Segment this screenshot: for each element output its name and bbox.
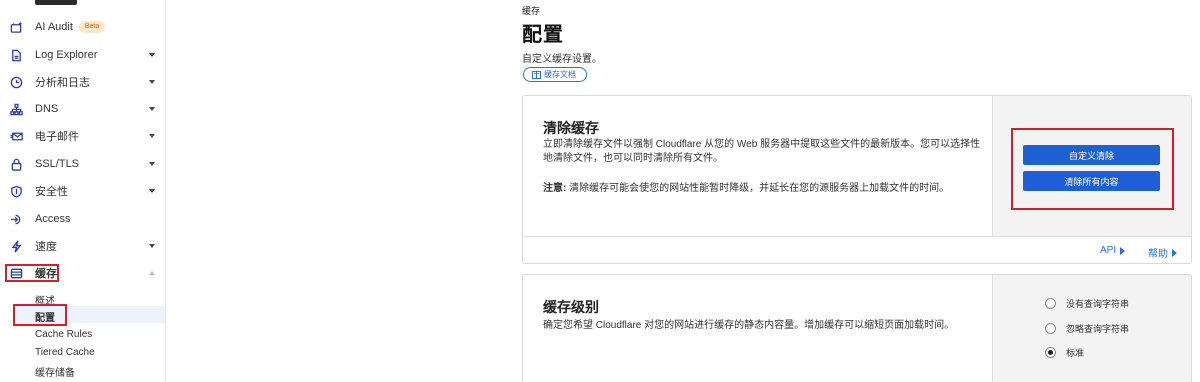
note-text: 清除缓存可能会使您的网站性能暂时降级，并延长在您的源服务器上加载文件的时间。 [569, 183, 950, 194]
log-icon [9, 48, 23, 62]
radio-button[interactable] [1045, 323, 1056, 334]
help-link[interactable]: 帮助 [1148, 245, 1177, 260]
page-subtitle: 自定义缓存设置。 [522, 54, 602, 65]
sidebar-subitem-cache-reserve[interactable]: 缓存储备 [35, 364, 75, 379]
sidebar-subitem-cache-rules[interactable]: Cache Rules [35, 329, 92, 340]
sidebar-item-email[interactable]: 电子邮件 [0, 125, 165, 147]
chevron-down-icon [149, 244, 155, 248]
chevron-down-icon [149, 107, 155, 111]
sidebar: AI Audit Beta Log Explorer 分析和日志 DNS 电子邮件 [0, 0, 166, 382]
ai-audit-icon [9, 20, 23, 34]
sidebar-item-label: 速度 [35, 241, 57, 253]
lightning-icon [9, 239, 23, 253]
sidebar-item-dns[interactable]: DNS [0, 98, 165, 120]
sidebar-item-label: 分析和日志 [35, 77, 90, 89]
chevron-up-icon [149, 271, 155, 275]
shield-icon [9, 184, 23, 198]
purge-card-title: 清除缓存 [543, 120, 599, 136]
highlight-box-cache [5, 264, 59, 282]
sidebar-item-label: 电子邮件 [35, 131, 79, 143]
radio-option-ignore-query-string[interactable]: 忽略查询字符串 [1045, 322, 1129, 335]
sidebar-item-access[interactable]: Access [0, 208, 165, 230]
radio-label: 标准 [1066, 348, 1085, 358]
purge-card-footer: API 帮助 [523, 236, 1191, 263]
sidebar-subitem-tiered-cache[interactable]: Tiered Cache [35, 347, 95, 358]
note-label: 注意: [543, 183, 567, 194]
radio-button-selected[interactable] [1045, 347, 1056, 358]
cache-docs-button[interactable]: 缓存文档 [523, 67, 587, 82]
access-icon [9, 212, 23, 226]
sidebar-item-label: Log Explorer [35, 49, 98, 61]
radio-option-standard[interactable]: 标准 [1045, 346, 1084, 359]
cache-level-title: 缓存级别 [543, 299, 599, 315]
breadcrumb[interactable]: 缓存 [522, 4, 540, 17]
chevron-down-icon [149, 162, 155, 166]
sidebar-item-ai-audit[interactable]: AI Audit Beta [0, 16, 165, 38]
chevron-down-icon [149, 134, 155, 138]
clipped-label [35, 0, 77, 5]
triangle-right-icon [1120, 246, 1126, 255]
cache-level-options-panel: 没有查询字符串 忽略查询字符串 标准 [992, 275, 1191, 382]
help-link-label: 帮助 [1148, 249, 1168, 260]
sidebar-item-security[interactable]: 安全性 [0, 180, 165, 202]
sidebar-item-label: AI Audit [35, 20, 73, 33]
purge-actions-panel: 自定义清除 清除所有内容 [992, 96, 1191, 236]
sidebar-item-speed[interactable]: 速度 [0, 235, 165, 257]
clock-icon [9, 75, 23, 89]
purge-card-note: 注意: 清除缓存可能会使您的网站性能暂时降级，并延长在您的源服务器上加载文件的时… [543, 182, 983, 196]
cache-level-card: 缓存级别 确定您希望 Cloudflare 对您的网站进行缓存的静态内容量。增加… [522, 274, 1192, 382]
highlight-box-purge-buttons [1011, 128, 1174, 210]
cache-level-description: 确定您希望 Cloudflare 对您的网站进行缓存的静态内容量。增加缓存可以缩… [543, 320, 955, 331]
radio-label: 忽略查询字符串 [1066, 324, 1130, 334]
chevron-down-icon [149, 189, 155, 193]
sidebar-item-log-explorer[interactable]: Log Explorer [0, 44, 165, 66]
api-link-label: API [1100, 245, 1117, 256]
sidebar-item-analytics[interactable]: 分析和日志 [0, 71, 165, 93]
sidebar-item-label: DNS [35, 103, 59, 115]
radio-label: 没有查询字符串 [1066, 299, 1130, 309]
chevron-down-icon [149, 80, 155, 84]
beta-badge: Beta [78, 21, 106, 34]
email-icon [9, 129, 23, 143]
docs-button-label: 缓存文档 [544, 70, 576, 79]
purge-card-description: 立即清除缓存文件以强制 Cloudflare 从您的 Web 服务器中提取这些文… [543, 139, 981, 164]
radio-button[interactable] [1045, 298, 1056, 309]
page-title: 配置 [522, 24, 564, 46]
main-content: 缓存 配置 自定义缓存设置。 缓存文档 清除缓存 立即清除缓存文件以强制 Clo… [166, 0, 1200, 382]
lock-icon [9, 157, 23, 171]
book-icon [532, 70, 541, 79]
purge-cache-card: 清除缓存 立即清除缓存文件以强制 Cloudflare 从您的 Web 服务器中… [522, 95, 1192, 264]
api-link[interactable]: API [1100, 245, 1126, 256]
network-icon [9, 102, 23, 116]
sidebar-item-label: SSL/TLS [35, 158, 80, 170]
sidebar-item-label: 安全性 [35, 186, 68, 198]
highlight-box-configuration [13, 304, 67, 326]
sidebar-item-label: Access [35, 213, 71, 225]
triangle-right-icon [1172, 248, 1177, 257]
radio-option-no-query-string[interactable]: 没有查询字符串 [1045, 297, 1129, 310]
chevron-down-icon [149, 53, 155, 57]
sidebar-item-ssl-tls[interactable]: SSL/TLS [0, 153, 165, 175]
sidebar-clipped-item[interactable] [0, 0, 165, 7]
